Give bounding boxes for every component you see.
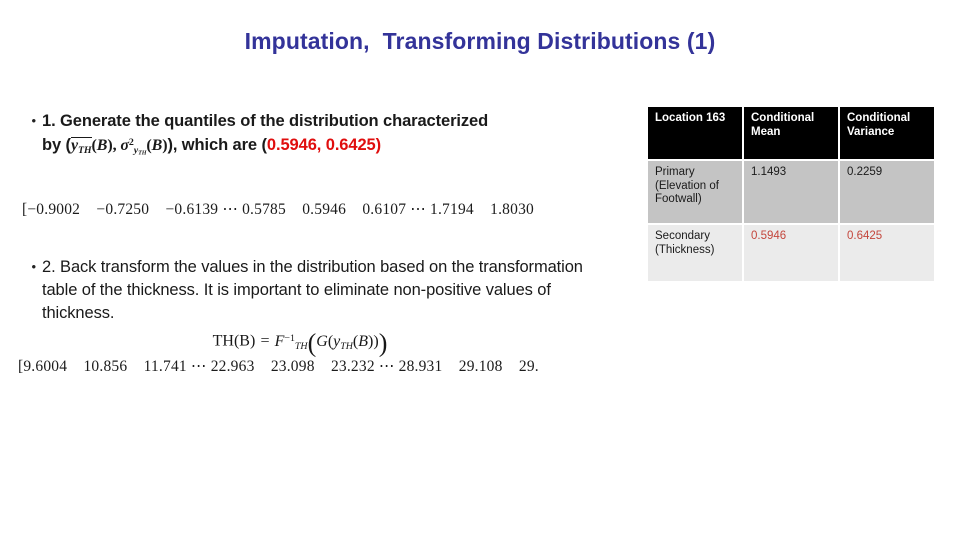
table-cell-secondary-mean: 0.5946: [744, 225, 838, 281]
equation-equals: =: [259, 332, 271, 350]
value-conditional-variance-inline: 0.6425: [325, 135, 376, 154]
bullet-1-text: 1. Generate the quantiles of the distrib…: [42, 110, 624, 164]
page-title: Imputation, Transforming Distributions (…: [244, 28, 716, 54]
table-cell-secondary-variance: 0.6425: [840, 225, 934, 281]
equation-backtransform: TH(B) = F−1TH(G(yTH(B))): [0, 328, 600, 358]
bullet-1-line-2-middle: ), which are (: [167, 135, 267, 154]
bullet-1-line-1: 1. Generate the quantiles of the distrib…: [42, 112, 489, 130]
table-header-conditional-mean: Conditional Mean: [744, 107, 838, 159]
bullet-1-line-2-suffix: ): [375, 135, 382, 154]
table-row-primary: Primary (Elevation of Footwall) 1.1493 0.2…: [648, 161, 934, 223]
backtransformed-vector: [9.6004 10.856 11.741 ⋯ 22.963 23.098 23…: [18, 358, 539, 375]
table-header-conditional-variance: Conditional Variance: [840, 107, 934, 159]
quantiles-vector: [−0.9002 −0.7250 −0.6139 ⋯ 0.5785 0.5946…: [22, 201, 534, 218]
math-mean-variance: yTH(B), σ2yTH(B): [70, 136, 168, 157]
table-cell-primary-variance: 0.2259: [840, 161, 934, 223]
equation-subscript: TH: [294, 340, 308, 352]
table-cell-primary-mean: 1.1493: [744, 161, 838, 223]
table-row-secondary: Secondary (Thickness) 0.5946 0.6425: [648, 225, 934, 281]
bullet-marker-icon-2: •: [31, 259, 36, 274]
bullet-item-2: • 2. Back transform the values in the di…: [14, 256, 614, 325]
bullet-marker-icon: •: [31, 113, 36, 128]
bullet-2-text: 2. Back transform the values in the dist…: [42, 258, 583, 322]
slide-body: • 1. Generate the quantiles of the distr…: [14, 110, 624, 166]
equation-lhs: TH(B): [212, 332, 256, 350]
bullet-1-line-2-prefix: by (: [42, 135, 71, 154]
bullet-item-1: • 1. Generate the quantiles of the distr…: [14, 110, 624, 164]
table-header-row: Location 163 Conditional Mean Conditional…: [648, 107, 934, 159]
value-conditional-mean-inline: 0.5946: [266, 135, 317, 154]
table-cell-primary-label: Primary (Elevation of Footwall): [648, 161, 742, 223]
slide-body-2: • 2. Back transform the values in the di…: [14, 256, 614, 327]
equation-superscript: −1: [284, 332, 295, 344]
conditional-statistics-table: Location 163 Conditional Mean Conditional…: [646, 105, 936, 283]
table-cell-secondary-label: Secondary (Thickness): [648, 225, 742, 281]
value-separator-inline: ,: [316, 135, 326, 154]
table-header-location: Location 163: [648, 107, 742, 159]
equation-rhs: F−1TH(G(yTH(B))): [274, 328, 388, 357]
